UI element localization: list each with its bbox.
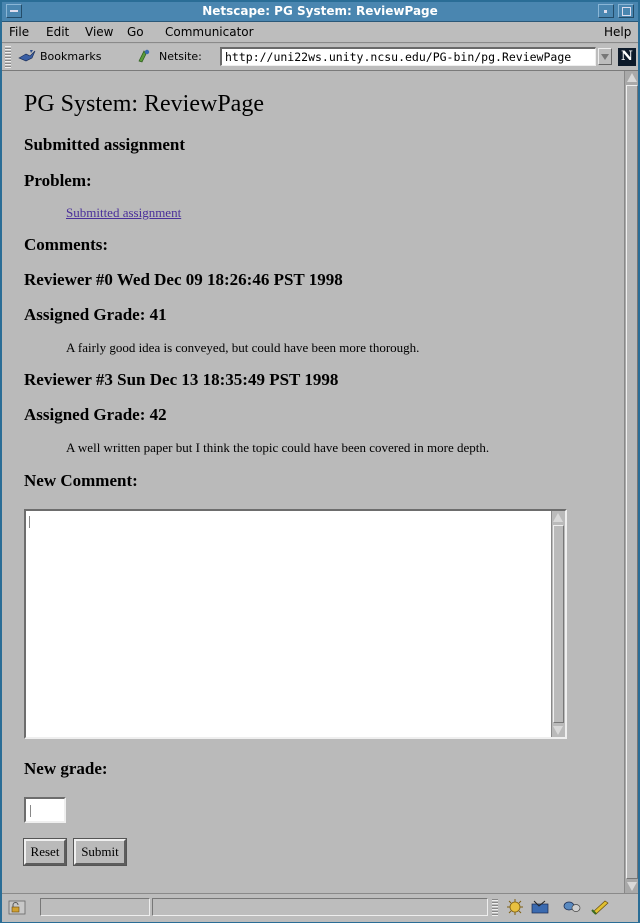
text-cursor-icon: [30, 805, 36, 817]
new-grade-label: New grade:: [24, 759, 108, 778]
menu-go[interactable]: Go: [127, 25, 144, 39]
page-title: PG System: ReviewPage: [24, 91, 264, 117]
problem-label: Problem:: [24, 171, 92, 190]
menu-view[interactable]: View: [85, 25, 113, 39]
menu-bar: File Edit View Go Communicator Help: [2, 22, 638, 43]
mail-icon[interactable]: [530, 898, 550, 916]
netscape-logo-icon[interactable]: N: [618, 48, 636, 66]
title-bar[interactable]: Netscape: PG System: ReviewPage: [2, 2, 638, 22]
scroll-down-arrow-icon[interactable]: [553, 726, 563, 735]
review-comment: A well written paper but I think the top…: [66, 440, 490, 455]
bookmarks-button[interactable]: Bookmarks: [40, 50, 101, 63]
menu-edit[interactable]: Edit: [46, 25, 69, 39]
menu-help[interactable]: Help: [604, 25, 631, 39]
assignment-heading: Submitted assignment: [24, 135, 186, 154]
minimize-button[interactable]: [598, 4, 614, 18]
menu-communicator[interactable]: Communicator: [165, 25, 254, 39]
review-header: Reviewer #0 Wed Dec 09 18:26:46 PST 1998: [24, 270, 343, 289]
new-comment-textarea[interactable]: [24, 509, 567, 739]
navigator-icon[interactable]: [505, 898, 525, 916]
text-cursor-icon: [29, 516, 35, 528]
scroll-up-arrow-icon[interactable]: [627, 73, 637, 82]
menu-file[interactable]: File: [9, 25, 29, 39]
window-title: Netscape: PG System: ReviewPage: [202, 4, 438, 18]
submitted-assignment-link[interactable]: Submitted assignment: [66, 205, 181, 220]
scroll-up-arrow-icon[interactable]: [553, 513, 563, 522]
review-grade: Assigned Grade: 41: [24, 305, 167, 324]
location-toolbar: Bookmarks Netsite: http://uni22ws.unity.…: [2, 44, 638, 71]
reset-button[interactable]: Reset: [23, 838, 67, 866]
component-bar-grip[interactable]: [492, 898, 498, 916]
security-lock-icon[interactable]: [8, 900, 26, 915]
netsite-label: Netsite:: [159, 50, 202, 63]
new-comment-label: New Comment:: [24, 471, 138, 490]
submit-button[interactable]: Submit: [73, 838, 127, 866]
toolbar-grip[interactable]: [5, 46, 11, 68]
scroll-down-arrow-icon[interactable]: [627, 882, 637, 891]
bookmarks-icon[interactable]: [18, 49, 36, 63]
page-content: PG System: ReviewPage Submitted assignme…: [2, 71, 624, 893]
browser-window: Netscape: PG System: ReviewPage File Edi…: [0, 0, 640, 923]
maximize-button[interactable]: [618, 4, 634, 18]
textarea-scrollbar[interactable]: [551, 511, 565, 737]
review-comment: A fairly good idea is conveyed, but coul…: [66, 340, 420, 355]
page-scrollbar[interactable]: [624, 71, 638, 893]
scroll-thumb[interactable]: [553, 525, 564, 723]
scroll-thumb[interactable]: [626, 85, 638, 879]
discussion-icon[interactable]: [562, 898, 582, 916]
status-bar: [2, 893, 638, 922]
review-grade: Assigned Grade: 42: [24, 405, 167, 424]
netsite-icon[interactable]: [136, 48, 152, 64]
progress-field: [40, 898, 150, 916]
url-field[interactable]: http://uni22ws.unity.ncsu.edu/PG-bin/pg.…: [220, 47, 596, 66]
comments-label: Comments:: [24, 235, 109, 254]
status-text-field: [152, 898, 488, 916]
review-header: Reviewer #3 Sun Dec 13 18:35:49 PST 1998: [24, 370, 339, 389]
composer-icon[interactable]: [590, 898, 610, 916]
url-history-dropdown-icon[interactable]: [598, 48, 612, 65]
